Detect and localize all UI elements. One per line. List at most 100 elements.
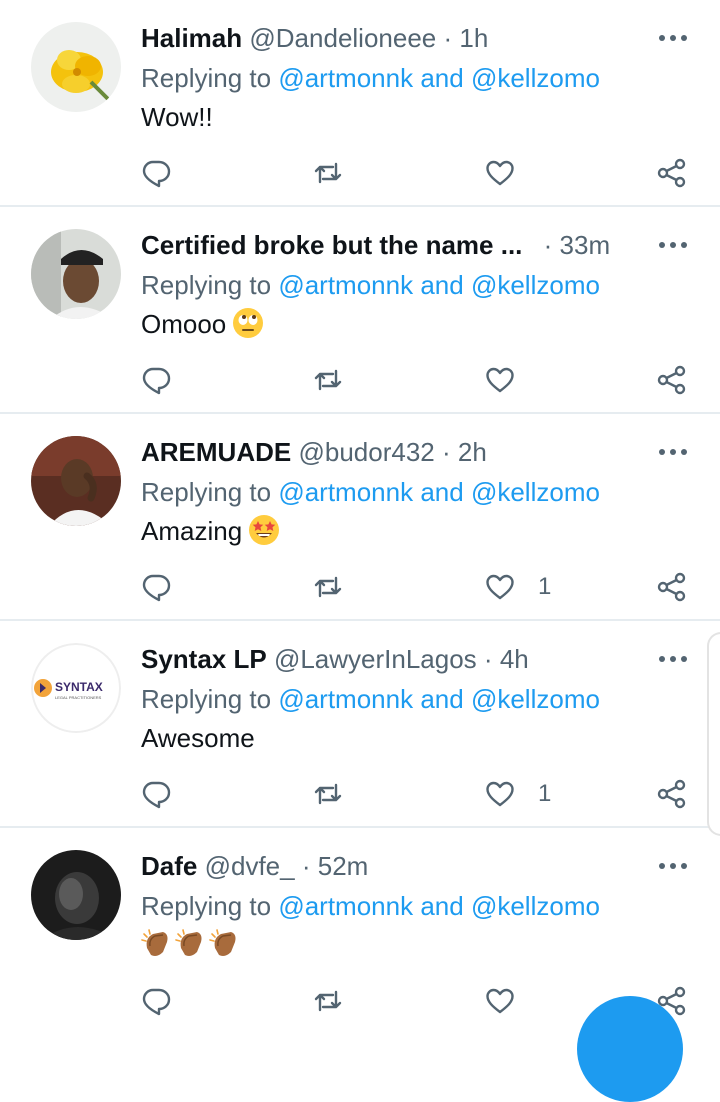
share-button[interactable] [656,567,688,607]
tweet-text-content: Omooo [141,309,227,339]
retweet-button[interactable] [312,360,344,400]
reply-button[interactable] [140,774,172,814]
like-button[interactable] [484,153,538,193]
retweet-button[interactable] [312,774,344,814]
mention-joiner[interactable]: and [420,891,463,921]
share-icon [657,158,686,188]
user-handle[interactable]: @LawyerInLagos [274,644,477,674]
timestamp[interactable]: 52m [318,851,369,881]
tweet-header: Dafe @dvfe_ · 52m [141,849,640,883]
tweet-text [141,928,241,962]
reply-button[interactable] [140,360,172,400]
like-icon [486,574,514,600]
share-button[interactable] [656,774,688,814]
display-name[interactable]: Dafe [141,851,197,881]
mention-link[interactable]: @kellzomo [471,684,600,714]
replying-to: Replying to @artmonnk and @kellzomo [141,682,600,716]
tweet-card[interactable]: SYNTAX LEGAL PRACTITIONERS Syntax LP @La… [0,621,720,828]
clapping-hands-emoji [209,928,241,960]
like-icon [486,160,514,186]
mention-link[interactable]: @artmonnk [278,891,413,921]
more-icon[interactable] [656,233,690,257]
display-name[interactable]: Halimah [141,23,242,53]
tweet-card[interactable]: Halimah @Dandelioneee · 1h Replying to @… [0,0,720,207]
timestamp[interactable]: 33m [560,230,611,260]
compose-fab[interactable] [577,996,683,1102]
retweet-button[interactable] [312,567,344,607]
mention-link[interactable]: @kellzomo [471,477,600,507]
replying-to-label: Replying to [141,477,272,507]
share-icon [657,365,686,395]
display-name[interactable]: Certified broke but the name ... [141,230,522,260]
avatar[interactable]: SYNTAX LEGAL PRACTITIONERS [31,643,121,733]
share-button[interactable] [656,360,688,400]
more-icon[interactable] [656,854,690,878]
tweet-actions: 1 [0,567,720,607]
mention-link[interactable]: @kellzomo [471,63,600,93]
retweet-button[interactable] [312,981,344,1021]
like-button[interactable]: 1 [484,774,551,814]
eye-roll-emoji [232,307,264,339]
more-icon[interactable] [656,647,690,671]
avatar[interactable] [31,850,121,940]
mention-link[interactable]: @artmonnk [278,477,413,507]
mention-joiner[interactable]: and [420,63,463,93]
user-handle[interactable]: @dvfe_ [205,851,295,881]
clapping-hands-emoji [141,928,173,960]
separator-dot: · [301,851,311,881]
avatar[interactable] [31,229,121,319]
separator-dot: · [543,230,553,260]
reply-icon [142,988,171,1016]
replying-to-label: Replying to [141,891,272,921]
user-handle[interactable]: @budor432 [298,437,434,467]
side-panel-edge [707,632,720,836]
replying-to: Replying to @artmonnk and @kellzomo [141,268,600,302]
reply-button[interactable] [140,981,172,1021]
mention-link[interactable]: @artmonnk [278,270,413,300]
tweet-header: Certified broke but the name ... · 33m [141,228,640,262]
timestamp[interactable]: 1h [459,23,488,53]
more-icon[interactable] [656,26,690,50]
tweet-text: Wow!! [141,100,213,134]
tweet-text: Omooo [141,307,264,341]
like-button[interactable] [484,981,538,1021]
retweet-icon [314,576,342,598]
mention-link[interactable]: @kellzomo [471,891,600,921]
avatar[interactable] [31,22,121,112]
tweet-card[interactable]: Certified broke but the name ... · 33m R… [0,207,720,414]
retweet-icon [314,990,342,1012]
display-name[interactable]: Syntax LP [141,644,267,674]
share-icon [657,572,686,602]
like-button[interactable]: 1 [484,567,551,607]
mention-joiner[interactable]: and [420,477,463,507]
retweet-button[interactable] [312,153,344,193]
retweet-icon [314,369,342,391]
timestamp[interactable]: 2h [458,437,487,467]
share-icon [657,779,686,809]
tweet-actions [0,360,720,400]
reply-icon [142,160,171,188]
replying-to-label: Replying to [141,684,272,714]
display-name[interactable]: AREMUADE [141,437,291,467]
tweet-text-content: Awesome [141,723,255,753]
retweet-icon [314,162,342,184]
timestamp[interactable]: 4h [500,644,529,674]
mention-joiner[interactable]: and [420,684,463,714]
more-icon[interactable] [656,440,690,464]
mention-joiner[interactable]: and [420,270,463,300]
mention-link[interactable]: @artmonnk [278,684,413,714]
user-handle[interactable]: @Dandelioneee [249,23,436,53]
separator-dot: · [443,23,453,53]
tweet-card[interactable]: AREMUADE @budor432 · 2h Replying to @art… [0,414,720,621]
reply-feed: Halimah @Dandelioneee · 1h Replying to @… [0,0,720,1035]
like-count: 1 [538,573,552,600]
logo-subtext: LEGAL PRACTITIONERS [55,695,102,700]
mention-link[interactable]: @artmonnk [278,63,413,93]
like-icon [486,781,514,807]
like-button[interactable] [484,360,538,400]
mention-link[interactable]: @kellzomo [471,270,600,300]
share-button[interactable] [656,153,688,193]
reply-button[interactable] [140,567,172,607]
avatar[interactable] [31,436,121,526]
reply-button[interactable] [140,153,172,193]
